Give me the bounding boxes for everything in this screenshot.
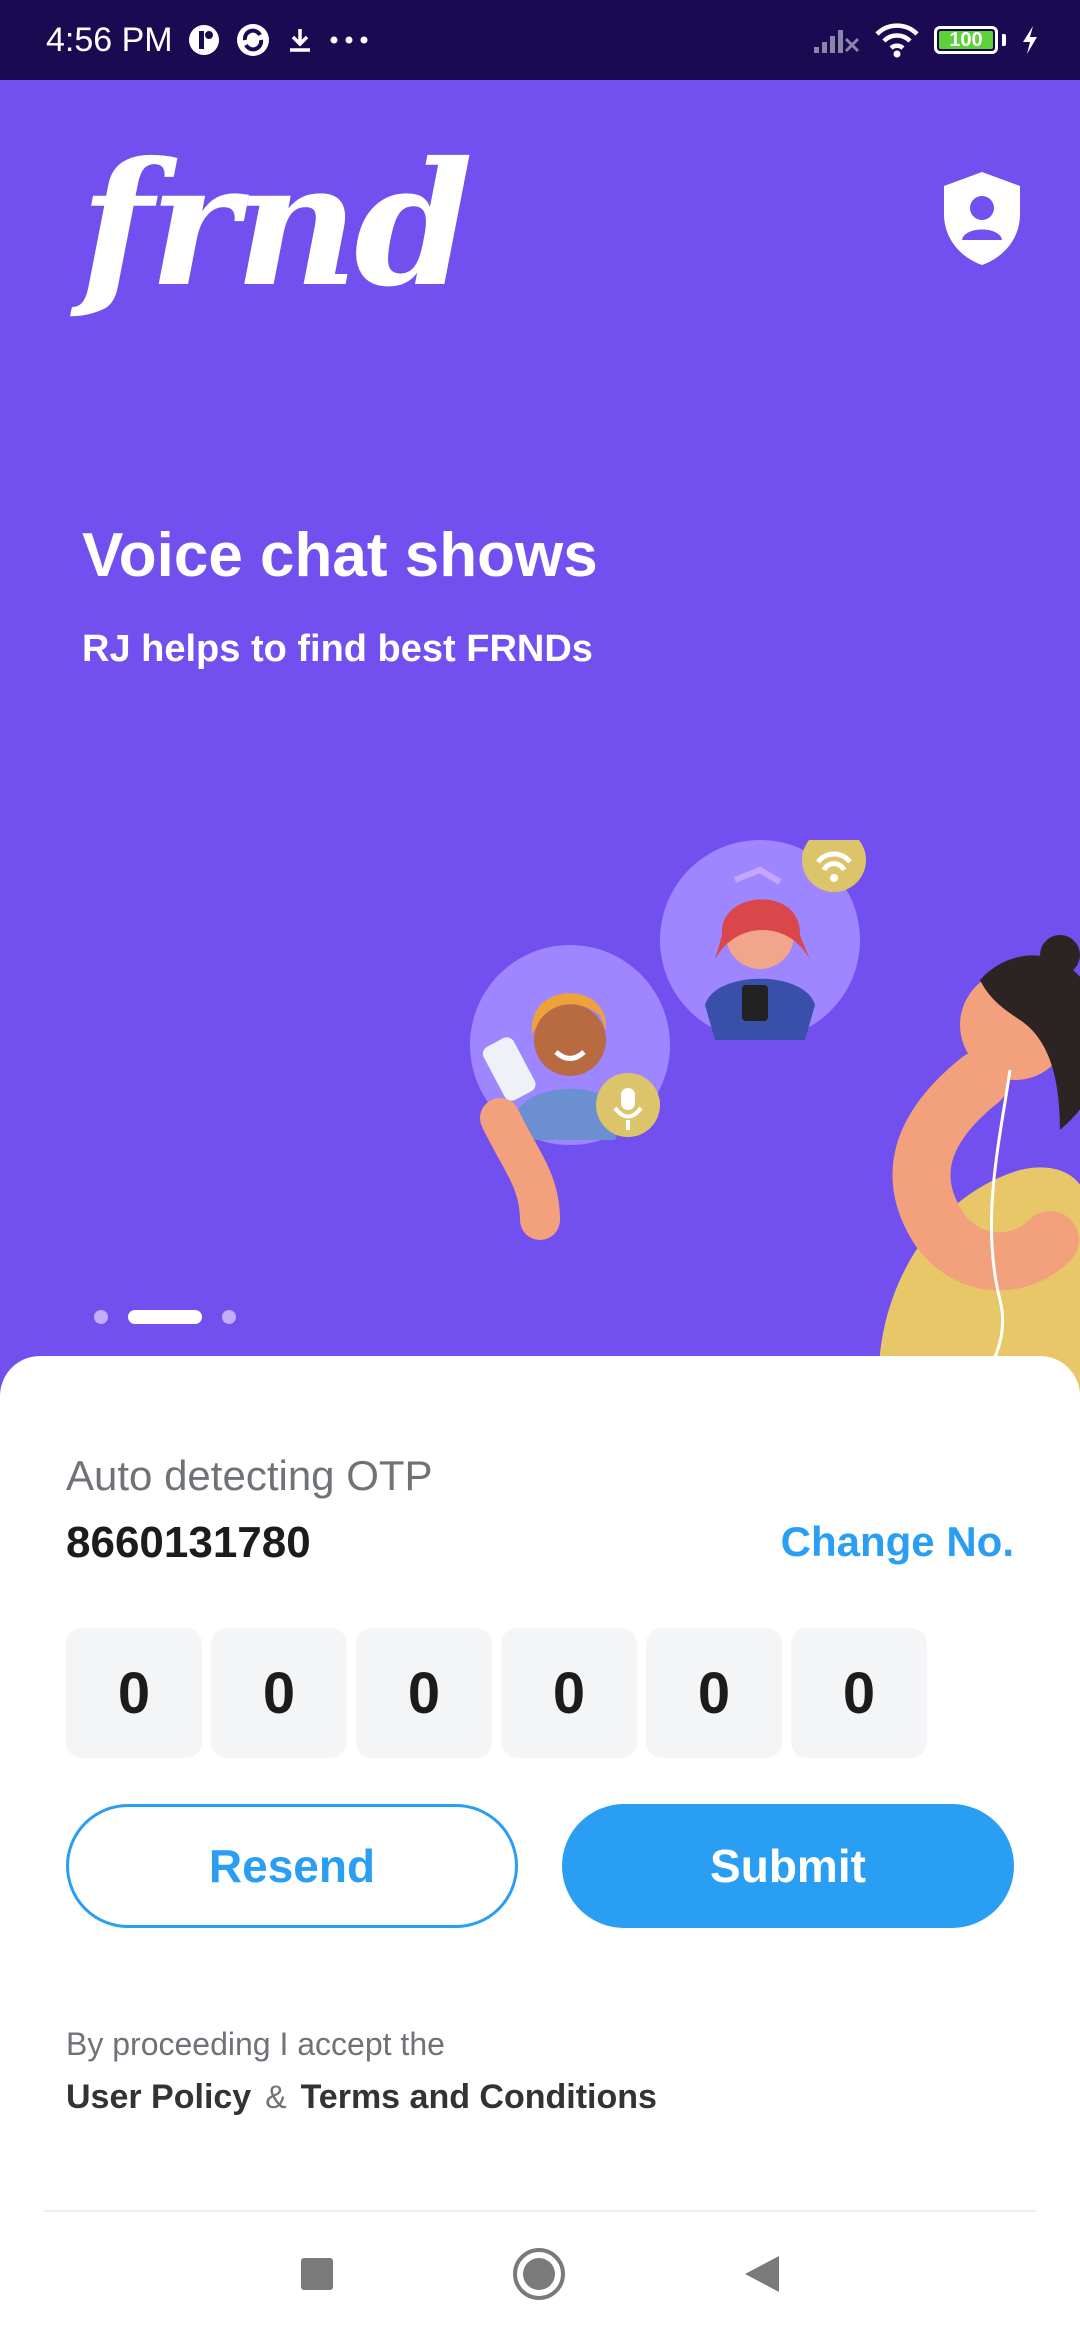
- phone-number: 8660131780: [66, 1518, 311, 1567]
- battery-icon: 100: [934, 26, 998, 54]
- otp-digit-6[interactable]: 0: [791, 1628, 927, 1758]
- frnd-logo: frnd: [80, 125, 473, 325]
- hero-subtitle: RJ helps to find best FRNDs: [82, 628, 593, 670]
- legal-ampersand: &: [265, 2079, 287, 2115]
- signal-icon: [812, 25, 860, 55]
- wifi-icon: [874, 22, 920, 58]
- voice-chat-illustration: [470, 840, 1080, 1400]
- otp-digit-3[interactable]: 0: [356, 1628, 492, 1758]
- carousel-pager: [94, 1310, 236, 1324]
- pager-dot-active[interactable]: [128, 1310, 202, 1324]
- recents-square-icon[interactable]: [299, 2256, 335, 2297]
- download-icon: [285, 25, 315, 55]
- otp-digit-4[interactable]: 0: [501, 1628, 637, 1758]
- otp-screen: 4:56 PM 100 frnd Voice chat shows RJ hel…: [0, 0, 1080, 2340]
- otp-digit-1[interactable]: 0: [66, 1628, 202, 1758]
- status-left: 4:56 PM: [46, 21, 369, 60]
- charging-bolt-icon: [1020, 25, 1040, 55]
- auto-detect-label: Auto detecting OTP: [66, 1452, 433, 1499]
- resend-button[interactable]: Resend: [66, 1804, 518, 1928]
- notification-badge-icon: [187, 23, 221, 57]
- change-number-link[interactable]: Change No.: [781, 1518, 1014, 1566]
- shield-user-icon: [944, 172, 1020, 265]
- safety-shield-button[interactable]: [938, 168, 1026, 268]
- more-dots-icon: [329, 35, 369, 45]
- terms-link[interactable]: Terms and Conditions: [301, 2078, 657, 2117]
- status-time: 4:56 PM: [46, 20, 173, 59]
- battery-text: 100: [949, 28, 983, 51]
- otp-digit-5[interactable]: 0: [646, 1628, 782, 1758]
- sync-app-icon: [235, 22, 271, 58]
- legal-intro: By proceeding I accept the: [66, 2026, 445, 2062]
- status-bar: 4:56 PM 100: [0, 0, 1080, 80]
- otp-digit-2[interactable]: 0: [211, 1628, 347, 1758]
- legal-links: User Policy & Terms and Conditions: [66, 2078, 657, 2117]
- pager-dot[interactable]: [94, 1310, 108, 1324]
- pager-dot[interactable]: [222, 1310, 236, 1324]
- back-triangle-icon[interactable]: [743, 2254, 781, 2299]
- submit-button[interactable]: Submit: [562, 1804, 1014, 1928]
- navigation-bar: [0, 2212, 1080, 2340]
- hero-title: Voice chat shows: [82, 521, 598, 590]
- home-circle-icon[interactable]: [512, 2247, 566, 2306]
- hero-banner[interactable]: frnd Voice chat shows RJ helps to find b…: [0, 80, 1080, 1400]
- status-right: 100: [812, 22, 1040, 58]
- user-policy-link[interactable]: User Policy: [66, 2078, 251, 2117]
- otp-input-row: 0 0 0 0 0 0: [66, 1628, 927, 1758]
- otp-sheet: Auto detecting OTP 8660131780 Change No.…: [0, 1356, 1080, 2340]
- battery-cap: [1002, 34, 1006, 46]
